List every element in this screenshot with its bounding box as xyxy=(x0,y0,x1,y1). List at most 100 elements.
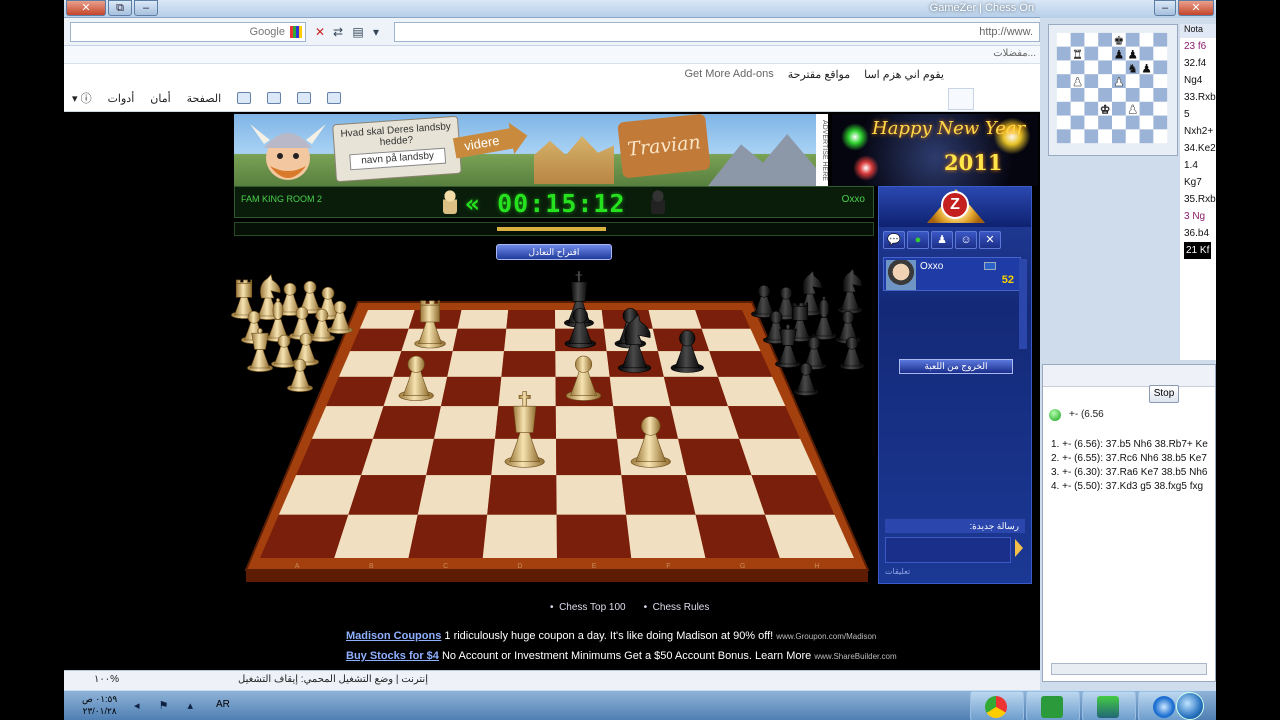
search-input[interactable]: Google xyxy=(70,22,306,42)
mini-board-square[interactable] xyxy=(1112,129,1126,144)
mini-board-square[interactable] xyxy=(1139,74,1154,89)
start-button[interactable] xyxy=(1176,692,1204,720)
board-square[interactable] xyxy=(695,514,780,558)
safety-menu[interactable]: أمان xyxy=(150,92,170,105)
board-square[interactable] xyxy=(701,328,761,352)
mini-board-square[interactable] xyxy=(1084,129,1099,144)
suggested-link-2[interactable]: مواقع مقترحة xyxy=(788,68,850,81)
board-square[interactable] xyxy=(670,406,740,439)
board-square[interactable] xyxy=(447,351,505,377)
board-square[interactable] xyxy=(417,475,492,515)
board-square[interactable] xyxy=(506,310,556,329)
board-square[interactable] xyxy=(348,475,427,515)
mini-board-square[interactable] xyxy=(1125,88,1140,102)
mini-board-square[interactable] xyxy=(1139,129,1154,144)
board-square[interactable] xyxy=(482,514,557,558)
chess-top-100-link[interactable]: • Chess Top 100 xyxy=(550,602,626,613)
addons-link[interactable]: Get More Add-ons xyxy=(684,68,773,81)
mini-board-square[interactable] xyxy=(1084,46,1099,61)
mini-board-square[interactable] xyxy=(1098,32,1113,47)
mini-board-square[interactable] xyxy=(1153,101,1168,116)
mini-board-square[interactable] xyxy=(1153,88,1168,102)
mini-board-square[interactable] xyxy=(1125,115,1140,130)
mini-board-square[interactable] xyxy=(1125,129,1140,144)
status-icon[interactable]: ● xyxy=(907,231,929,249)
notation-line[interactable]: 33.Rxb xyxy=(1180,89,1216,106)
mini-board-square[interactable] xyxy=(1056,129,1071,144)
board-square[interactable] xyxy=(487,475,557,515)
mini-board-square[interactable] xyxy=(1056,60,1071,75)
mini-board-square[interactable] xyxy=(1139,46,1154,61)
notation-line[interactable]: 21 Kf xyxy=(1180,242,1216,259)
board-square[interactable] xyxy=(556,514,632,558)
mini-board-square[interactable] xyxy=(1056,32,1071,47)
notation-list[interactable]: 23 f6 32.f4 Ng4 33.Rxb 5 Nxh2+ 34.Ke2 1.4 Kg7 35.… xyxy=(1180,38,1216,259)
tools-icon[interactable]: ✕ xyxy=(979,231,1001,249)
ad-link[interactable]: Madison Coupons xyxy=(346,630,441,642)
notation-line[interactable]: 34.Ke2 xyxy=(1180,140,1216,157)
board-square[interactable] xyxy=(621,475,696,515)
tab-placeholder[interactable] xyxy=(948,88,974,110)
stop-button[interactable]: Stop xyxy=(1149,385,1179,403)
chat-input[interactable] xyxy=(885,537,1011,563)
board-square[interactable] xyxy=(609,376,671,407)
analysis-line[interactable]: 1. +- (6.56): 37.b5 Nh6 38.Rb7+ Ke xyxy=(1051,439,1208,450)
mini-board-square[interactable] xyxy=(1056,88,1071,102)
chat-icon[interactable]: 💬 xyxy=(883,231,905,249)
notation-line[interactable]: 1.4 xyxy=(1180,157,1216,174)
ad-source[interactable]: www.Groupon.com/Madison xyxy=(776,632,876,641)
player-icon[interactable]: ♟ xyxy=(931,231,953,249)
mini-board-square[interactable] xyxy=(1070,32,1085,47)
mini-board-square[interactable] xyxy=(1112,115,1126,130)
taskbar-t-app[interactable] xyxy=(1026,691,1080,720)
notation-line[interactable]: Kg7 xyxy=(1180,174,1216,191)
mini-board-square[interactable] xyxy=(1112,88,1126,102)
board-square[interactable] xyxy=(504,328,556,352)
horizontal-scrollbar[interactable] xyxy=(1051,663,1207,675)
mini-board-square[interactable] xyxy=(1070,60,1085,75)
board-square[interactable] xyxy=(359,310,415,329)
leave-game-button[interactable]: الخروج من اللعبة xyxy=(899,359,1013,374)
mini-board-square[interactable] xyxy=(1056,115,1071,130)
mini-board-square[interactable] xyxy=(1153,129,1168,144)
board-square[interactable] xyxy=(498,376,556,407)
notation-line[interactable]: Ng4 xyxy=(1180,72,1216,89)
mini-board-square[interactable] xyxy=(1056,74,1071,89)
black-knight-piece[interactable] xyxy=(837,267,863,314)
page-icon[interactable]: ▤ xyxy=(350,24,366,40)
home-icon[interactable] xyxy=(327,92,342,104)
mini-board-square[interactable] xyxy=(1153,32,1168,47)
page-menu[interactable]: الصفحة xyxy=(187,92,222,105)
mini-board-square[interactable] xyxy=(1112,101,1126,116)
mini-board-square[interactable] xyxy=(1084,115,1099,130)
board-square[interactable] xyxy=(433,406,499,439)
mini-board[interactable]: ♜♚♟ ♟♟♞♟ ♟♚ ♟ xyxy=(1048,24,1178,156)
group-icon[interactable]: ☺ xyxy=(955,231,977,249)
board-square[interactable] xyxy=(440,376,502,407)
help-icon[interactable]: ▾ ⓘ xyxy=(72,90,92,106)
mini-board-square[interactable] xyxy=(1098,115,1113,130)
board-square[interactable] xyxy=(408,514,488,558)
mini-board-square[interactable] xyxy=(1125,32,1140,47)
address-bar[interactable]: http://www. xyxy=(394,22,1040,42)
mini-board-square[interactable] xyxy=(1084,60,1099,75)
refresh-icon[interactable]: ⇄ xyxy=(330,24,346,40)
close-button[interactable]: ✕ xyxy=(66,0,106,16)
taskbar-clock[interactable]: ٠١:٥٩ ص ٢٣/٠١/٢٨ xyxy=(82,693,117,717)
board-square[interactable] xyxy=(452,328,507,352)
ad-link[interactable]: Buy Stocks for $4 xyxy=(346,650,439,662)
tools-menu[interactable]: أدوات xyxy=(108,92,135,105)
mini-board-square[interactable] xyxy=(1153,46,1168,61)
mini-board-square[interactable] xyxy=(1125,74,1140,89)
board-square[interactable] xyxy=(556,475,627,515)
mini-board-square[interactable] xyxy=(1112,60,1126,75)
minimize-button[interactable]: – xyxy=(134,0,158,16)
notation-line[interactable]: 32.f4 xyxy=(1180,55,1216,72)
mini-board-square[interactable] xyxy=(1084,88,1099,102)
board-square[interactable] xyxy=(555,406,618,439)
mini-board-square[interactable] xyxy=(1139,88,1154,102)
mini-board-square[interactable] xyxy=(1070,88,1085,102)
mini-board-square[interactable] xyxy=(1070,129,1085,144)
chess-board[interactable]: A B C D E F G H xyxy=(64,112,944,670)
mini-board-square[interactable] xyxy=(1139,115,1154,130)
